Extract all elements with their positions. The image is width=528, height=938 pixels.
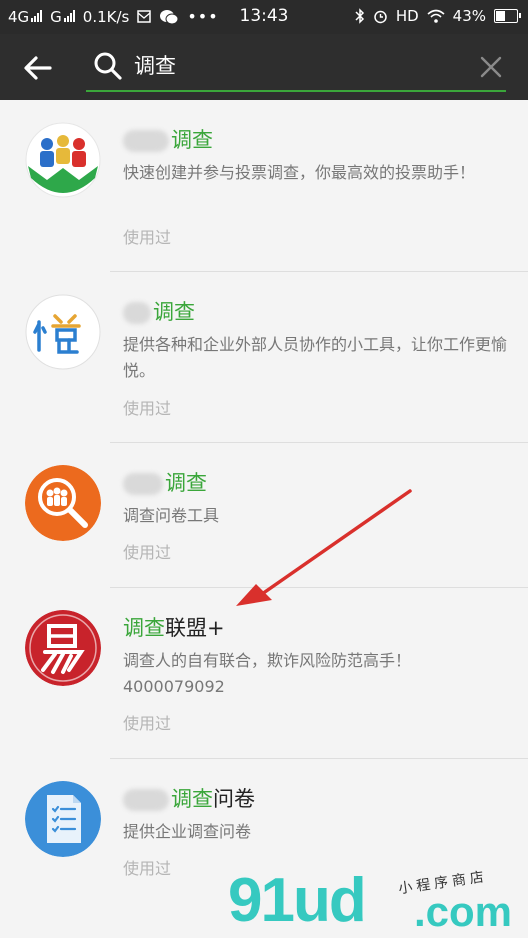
used-label: 使用过 — [123, 228, 172, 247]
search-input[interactable]: 调查 — [86, 44, 516, 92]
clear-icon[interactable] — [476, 52, 506, 82]
result-desc: 提供各种和企业外部人员协作的小工具，让你工作更愉悦。 — [123, 335, 508, 380]
result-title: 调查 — [123, 124, 213, 154]
watermark-com: .com — [414, 888, 513, 935]
back-arrow-icon[interactable] — [20, 50, 56, 86]
used-label: 使用过 — [123, 543, 172, 562]
battery-percent: 43% — [452, 7, 486, 25]
title-highlight: 调查 — [153, 300, 195, 324]
magnifier-people-logo-icon — [25, 465, 101, 541]
results-list: 调查 快速创建并参与投票调查，你最高效的投票助手！ 使用过 调查 提供各种和企业… — [0, 100, 528, 908]
used-label: 使用过 — [123, 859, 172, 878]
result-desc: 提供企业调查问卷 — [123, 822, 252, 841]
watermark: 91ud 小程序商店 .com — [228, 868, 528, 938]
wifi-icon — [427, 9, 445, 23]
search-underline — [86, 90, 506, 92]
result-title: 调查联盟+ — [123, 612, 225, 642]
list-item[interactable]: 调查 提供各种和企业外部人员协作的小工具，让你工作更愉悦。 使用过 — [0, 272, 528, 442]
title-highlight: 调查 — [171, 787, 213, 811]
result-desc: 调查人的自有联合，欺诈风险防范高手！ — [123, 651, 412, 670]
watermark-main: 91ud — [228, 866, 367, 935]
blurred-name — [123, 302, 151, 324]
list-item[interactable]: 调查 调查问卷工具 使用过 — [0, 443, 528, 587]
red-seal-logo-icon — [25, 610, 101, 686]
bluetooth-icon — [355, 8, 364, 24]
result-desc: 调查问卷工具 — [123, 506, 220, 525]
search-query[interactable]: 调查 — [134, 50, 176, 82]
result-title: 调查 — [123, 467, 207, 497]
blurred-name — [123, 130, 169, 152]
title-suffix: 问卷 — [213, 787, 255, 811]
title-highlight: 调查 — [171, 128, 213, 152]
result-phone: 4000079092 — [123, 677, 225, 696]
title-highlight: 调查 — [123, 616, 165, 640]
checklist-document-logo-icon — [25, 781, 101, 857]
search-header: 调查 — [0, 34, 528, 100]
hd-label: HD — [395, 7, 419, 25]
result-title: 调查问卷 — [123, 783, 255, 813]
title-suffix: 联盟+ — [165, 616, 225, 640]
battery-icon — [494, 9, 521, 23]
status-right: HD 43% — [355, 7, 521, 25]
used-label: 使用过 — [123, 714, 172, 733]
title-highlight: 调查 — [165, 471, 207, 495]
people-chart-logo-icon — [25, 122, 101, 198]
result-desc: 快速创建并参与投票调查，你最高效的投票助手！ — [123, 163, 476, 182]
search-icon — [94, 52, 122, 80]
yue-character-logo-icon — [25, 294, 101, 370]
list-item[interactable]: 调查联盟+ 调查人的自有联合，欺诈风险防范高手！ 4000079092 使用过 — [0, 588, 528, 758]
used-label: 使用过 — [123, 399, 172, 418]
alarm-icon — [374, 10, 387, 23]
status-bar: 4G G 0.1K/s ••• 13:43 HD 43% — [0, 0, 528, 34]
blurred-name — [123, 789, 169, 811]
blurred-name — [123, 473, 163, 495]
result-title: 调查 — [123, 296, 195, 326]
list-item[interactable]: 调查 快速创建并参与投票调查，你最高效的投票助手！ 使用过 — [0, 100, 528, 271]
